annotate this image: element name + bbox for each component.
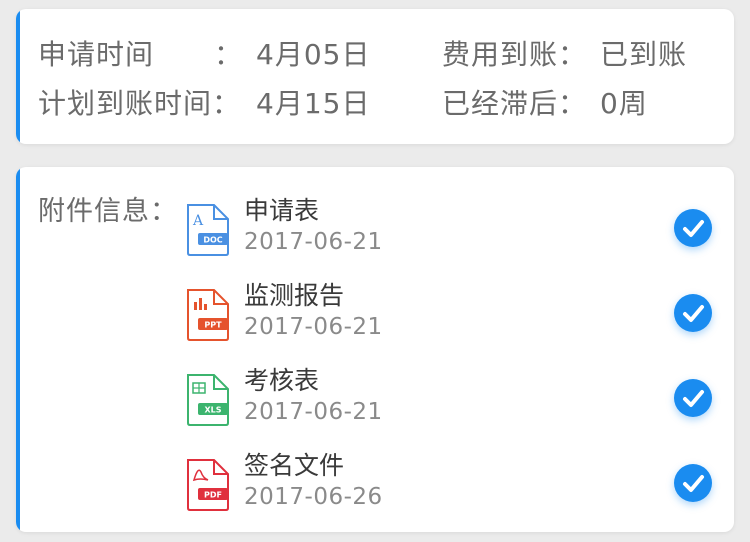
pdf-file-icon: PDF — [184, 458, 232, 512]
attachment-date: 2017-06-21 — [244, 314, 383, 340]
svg-text:XLS: XLS — [204, 406, 221, 415]
check-icon[interactable] — [674, 294, 712, 332]
delay-label: 已经滞后： — [442, 87, 588, 120]
attachment-date: 2017-06-26 — [244, 484, 383, 510]
apply-time-colon: ： — [214, 38, 244, 71]
attachment-name: 签名文件 — [244, 451, 345, 480]
planned-time-label: 计划到账时间： — [38, 87, 242, 120]
attachments-card: 附件信息： A DOC 申请表 2017-06-21 PPT 监测报告 2017… — [16, 167, 734, 532]
attachment-item[interactable]: A DOC 申请表 2017-06-21 — [184, 196, 724, 279]
attachment-item[interactable]: PPT 监测报告 2017-06-21 — [184, 281, 724, 364]
attachment-item[interactable]: XLS 考核表 2017-06-21 — [184, 366, 724, 449]
svg-text:A: A — [192, 213, 204, 229]
doc-file-icon: A DOC — [184, 203, 232, 257]
attachment-date: 2017-06-21 — [244, 229, 383, 255]
check-icon[interactable] — [674, 209, 712, 247]
attachment-date: 2017-06-21 — [244, 399, 383, 425]
svg-text:PPT: PPT — [204, 321, 222, 330]
expense-label: 费用到账： — [442, 38, 588, 71]
check-icon[interactable] — [674, 464, 712, 502]
expense-value: 已到账 — [600, 38, 688, 71]
svg-text:DOC: DOC — [203, 236, 222, 245]
svg-text:PDF: PDF — [204, 491, 222, 500]
xls-file-icon: XLS — [184, 373, 232, 427]
summary-card: 申请时间 ： 4月05日 费用到账： 已到账 计划到账时间： 4月15日 已经滞… — [16, 9, 734, 144]
apply-time-value: 4月05日 — [256, 38, 371, 71]
planned-time-value: 4月15日 — [256, 87, 371, 120]
check-icon[interactable] — [674, 379, 712, 417]
apply-time-label: 申请时间 — [38, 38, 155, 71]
delay-value: 0周 — [600, 87, 648, 120]
attachment-name: 申请表 — [244, 196, 320, 225]
attachment-name: 监测报告 — [244, 281, 345, 310]
attachment-name: 考核表 — [244, 366, 320, 395]
attachment-item[interactable]: PDF 签名文件 2017-06-26 — [184, 451, 724, 532]
attachments-label: 附件信息： — [38, 196, 178, 227]
ppt-file-icon: PPT — [184, 288, 232, 342]
